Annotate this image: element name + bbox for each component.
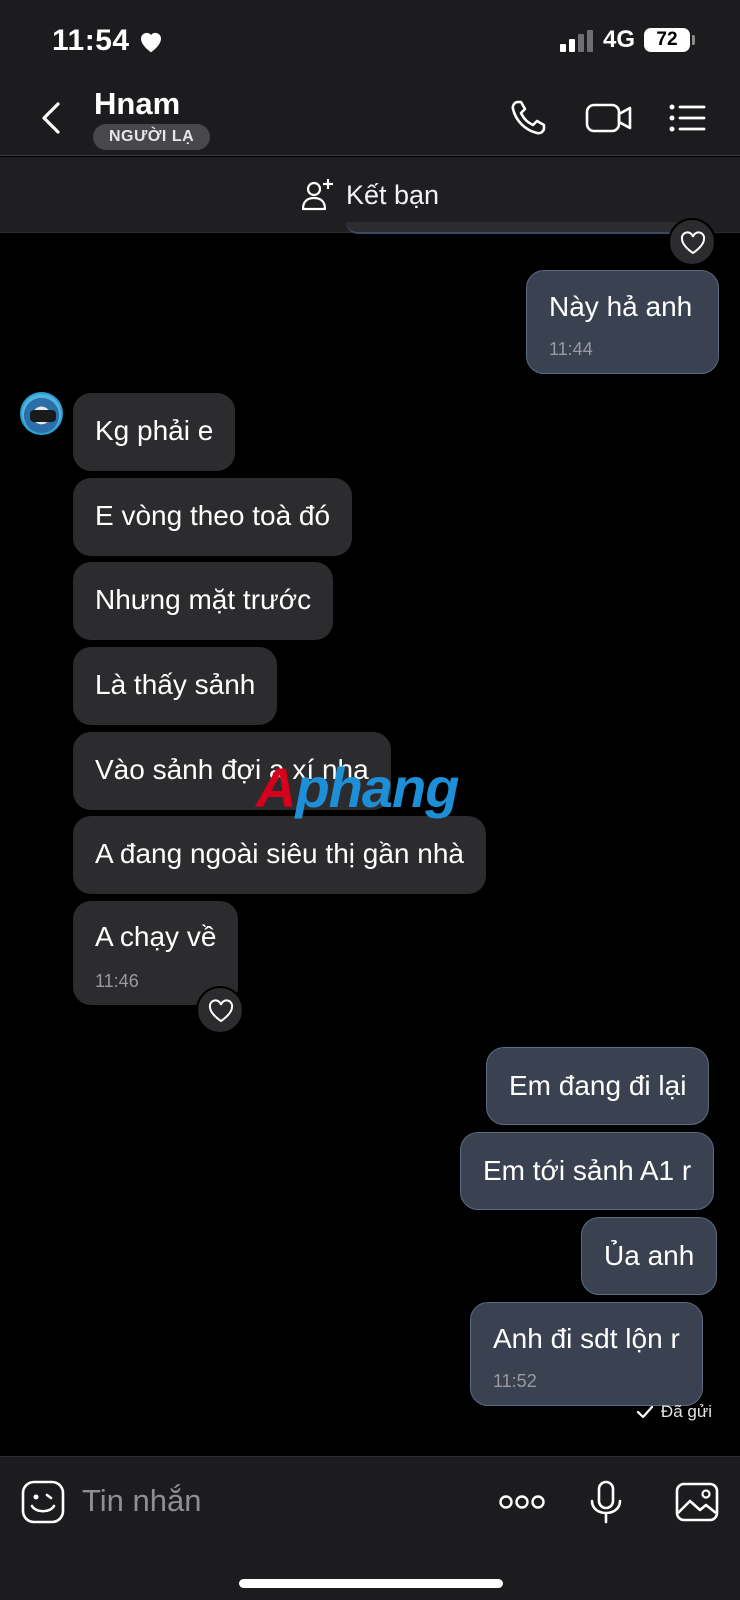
- reaction-button[interactable]: [196, 986, 244, 1034]
- video-icon[interactable]: [584, 96, 634, 140]
- message-text: Kg phải e: [95, 415, 214, 446]
- previous-message-edge: [346, 222, 696, 234]
- message-text: Này hả anh: [549, 291, 693, 322]
- phone-icon[interactable]: [506, 96, 550, 140]
- watermark-logo: Aphang: [256, 755, 459, 820]
- reaction-button[interactable]: [668, 218, 716, 266]
- message-input[interactable]: Tin nhắn: [82, 1483, 202, 1519]
- outgoing-message[interactable]: Ủa anh: [581, 1217, 718, 1295]
- home-indicator[interactable]: [239, 1579, 503, 1588]
- heart-outline-icon: [680, 231, 706, 255]
- incoming-message[interactable]: A đang ngoài siêu thị gần nhà: [73, 816, 486, 894]
- outgoing-message[interactable]: Em tới sảnh A1 r: [460, 1132, 715, 1210]
- message-time: 11:44: [549, 339, 593, 359]
- watermark-letter: A: [256, 756, 296, 819]
- network-type: 4G: [603, 26, 636, 53]
- incoming-message[interactable]: Kg phải e: [73, 393, 236, 471]
- add-friend-button[interactable]: Kết bạn: [300, 177, 439, 213]
- avatar[interactable]: [20, 392, 63, 435]
- incoming-message[interactable]: Là thấy sảnh: [73, 647, 278, 725]
- outgoing-message[interactable]: Này hả anh 11:44: [526, 270, 719, 374]
- battery-level: 72: [644, 28, 690, 52]
- sent-status: Đã gửi: [636, 1402, 712, 1422]
- menu-icon[interactable]: [666, 96, 710, 140]
- watermark-text: phang: [295, 756, 459, 819]
- outgoing-message[interactable]: Anh đi sdt lộn r 11:52: [470, 1302, 703, 1406]
- sticker-icon[interactable]: [20, 1479, 66, 1525]
- sent-status-label: Đã gửi: [660, 1402, 712, 1421]
- heart-icon: [141, 32, 161, 53]
- image-icon[interactable]: [674, 1479, 720, 1525]
- add-friend-label: Kết bạn: [346, 179, 440, 210]
- incoming-message[interactable]: E vòng theo toà đó: [73, 478, 353, 556]
- check-icon: [636, 1405, 653, 1419]
- message-text: Em đang đi lại: [509, 1070, 687, 1101]
- signal-icon: [560, 30, 593, 52]
- back-icon[interactable]: [34, 98, 70, 138]
- outgoing-message[interactable]: Em đang đi lại: [486, 1047, 710, 1125]
- status-time: 11:54: [52, 24, 130, 57]
- message-text: Anh đi sdt lộn r: [493, 1323, 680, 1354]
- stranger-badge: NGƯỜI LẠ: [93, 124, 211, 150]
- add-person-icon: [301, 179, 333, 211]
- message-input-bar: Tin nhắn: [0, 1456, 740, 1600]
- message-text: Ủa anh: [604, 1240, 695, 1271]
- more-icon[interactable]: [498, 1479, 546, 1525]
- mic-icon[interactable]: [583, 1479, 629, 1525]
- message-text: E vòng theo toà đó: [95, 500, 331, 531]
- status-bar: 11:54 4G 72: [0, 0, 740, 78]
- heart-outline-icon: [208, 999, 234, 1023]
- message-text: Là thấy sảnh: [95, 669, 256, 700]
- message-text: Em tới sảnh A1 r: [483, 1155, 692, 1186]
- chat-header: Hnam NGƯỜI LẠ: [0, 78, 740, 156]
- message-time: 11:52: [493, 1371, 537, 1391]
- message-text: A đang ngoài siêu thị gần nhà: [95, 838, 464, 869]
- incoming-message[interactable]: Nhưng mặt trước: [73, 562, 334, 640]
- message-text: Nhưng mặt trước: [95, 584, 312, 615]
- battery-nub: [692, 35, 695, 45]
- contact-name[interactable]: Hnam: [94, 86, 180, 122]
- message-time: 11:46: [95, 971, 139, 991]
- message-text: A chạy về: [95, 921, 217, 952]
